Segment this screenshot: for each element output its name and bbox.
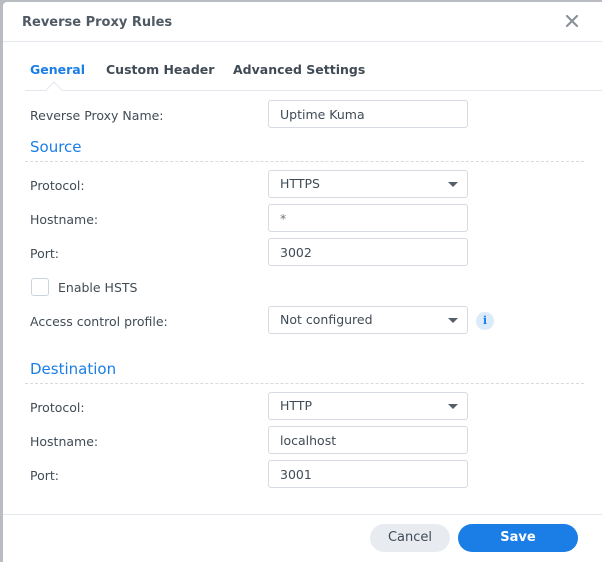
close-icon[interactable] xyxy=(564,13,580,29)
destination-protocol-value: HTTP xyxy=(280,398,312,413)
source-protocol-value: HTTPS xyxy=(280,176,320,191)
tab-advanced-settings[interactable]: Advanced Settings xyxy=(233,62,365,77)
reverse-proxy-dialog: Reverse Proxy Rules General Custom Heade… xyxy=(3,2,602,562)
source-hostname-label: Hostname: xyxy=(30,212,99,227)
source-port-label: Port: xyxy=(30,246,59,261)
tab-custom-header[interactable]: Custom Header xyxy=(106,62,214,77)
enable-hsts-checkbox[interactable] xyxy=(31,278,49,296)
reverse-proxy-name-label: Reverse Proxy Name: xyxy=(30,108,164,123)
source-hostname-input[interactable] xyxy=(268,204,468,232)
save-button[interactable]: Save xyxy=(458,524,578,552)
access-control-value: Not configured xyxy=(280,312,373,327)
destination-divider xyxy=(25,383,584,384)
footer-divider xyxy=(3,514,602,515)
enable-hsts-label[interactable]: Enable HSTS xyxy=(58,280,137,295)
reverse-proxy-name-input[interactable] xyxy=(268,100,468,128)
destination-port-label: Port: xyxy=(30,468,59,483)
tabs-divider xyxy=(25,90,602,91)
source-heading: Source xyxy=(30,138,82,156)
dialog-titlebar: Reverse Proxy Rules xyxy=(3,2,602,42)
destination-hostname-label: Hostname: xyxy=(30,434,99,449)
cancel-button[interactable]: Cancel xyxy=(370,524,450,552)
destination-protocol-label: Protocol: xyxy=(30,400,85,415)
dialog-title: Reverse Proxy Rules xyxy=(22,15,173,30)
destination-port-input[interactable] xyxy=(268,460,468,488)
destination-hostname-input[interactable] xyxy=(268,426,468,454)
destination-protocol-select[interactable]: HTTP xyxy=(268,392,468,420)
tab-general[interactable]: General xyxy=(30,62,85,77)
chevron-down-icon xyxy=(448,404,458,409)
info-icon[interactable]: i xyxy=(476,312,494,330)
source-divider xyxy=(25,161,584,162)
access-control-select[interactable]: Not configured xyxy=(268,306,468,334)
chevron-down-icon xyxy=(448,318,458,323)
tab-bar: General Custom Header Advanced Settings xyxy=(26,62,602,92)
chevron-down-icon xyxy=(448,182,458,187)
source-protocol-select[interactable]: HTTPS xyxy=(268,170,468,198)
destination-heading: Destination xyxy=(30,360,117,378)
access-control-label: Access control profile: xyxy=(30,314,168,329)
source-port-input[interactable] xyxy=(268,238,468,266)
source-protocol-label: Protocol: xyxy=(30,178,85,193)
